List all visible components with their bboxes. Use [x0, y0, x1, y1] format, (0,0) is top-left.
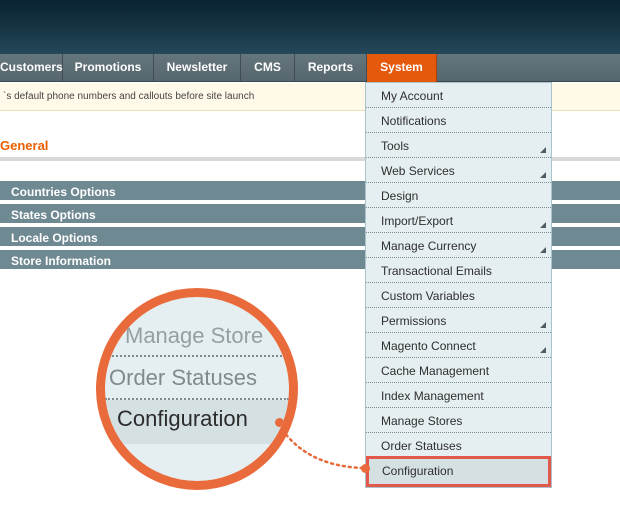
callout-start-dot [275, 418, 284, 427]
magnified-item-label: Order Statuses [109, 365, 257, 390]
magnified-item-label: Manage Store [125, 323, 264, 348]
magnifier-callout: Manage Store Order Statuses Configuratio… [96, 288, 298, 490]
magnified-item-manage-stores: Manage Store [105, 319, 289, 359]
magnified-item-configuration: Configuration [105, 400, 289, 444]
admin-screen: Customers Promotions Newsletter CMS Repo… [0, 0, 620, 517]
callout-end-dot [361, 464, 370, 473]
callout-connector [274, 418, 364, 470]
magnified-item-label: Configuration [117, 406, 248, 431]
magnified-item-order-statuses: Order Statuses [105, 359, 289, 399]
magnified-separator [105, 355, 289, 357]
